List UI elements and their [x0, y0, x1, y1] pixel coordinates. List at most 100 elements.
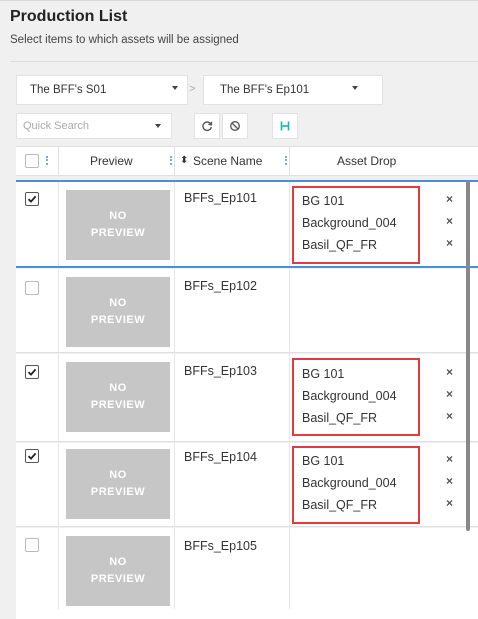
table-continuation — [16, 609, 478, 619]
remove-asset-button[interactable]: × — [446, 192, 453, 206]
preview-thumbnail: NO PREVIEW — [66, 362, 170, 432]
select-all-checkbox[interactable] — [25, 154, 39, 168]
preview-placeholder-text: PREVIEW — [90, 314, 146, 326]
column-header-scene-name[interactable]: Scene Name — [193, 147, 262, 175]
row-checkbox[interactable] — [25, 192, 39, 206]
column-divider — [174, 182, 175, 266]
preview-placeholder-text: NO — [109, 556, 127, 568]
season-dropdown[interactable]: The BFF's S01 — [16, 75, 188, 105]
table-row[interactable]: NO PREVIEW BFFs_Ep103 BG 101 Background_… — [16, 354, 478, 442]
column-divider — [174, 443, 175, 526]
page-subtitle: Select items to which assets will be ass… — [10, 34, 239, 46]
quick-search-placeholder: Quick Search — [23, 120, 90, 132]
column-divider — [174, 528, 175, 609]
vertical-scrollbar[interactable] — [466, 181, 470, 531]
row-checkbox[interactable] — [25, 365, 39, 379]
column-divider — [289, 269, 290, 352]
preview-placeholder-text: NO — [109, 210, 127, 222]
column-divider — [58, 147, 59, 175]
preview-placeholder-text: NO — [109, 382, 127, 394]
column-divider — [174, 269, 175, 352]
row-checkbox[interactable] — [25, 449, 39, 463]
remove-asset-button[interactable]: × — [446, 387, 453, 401]
chevron-down-icon — [352, 86, 358, 90]
asset-drop-zone[interactable]: BG 101 Background_004 Basil_QF_FR — [292, 358, 420, 436]
table-row[interactable]: NO PREVIEW BFFs_Ep101 BG 101 Background_… — [16, 180, 478, 268]
quick-search-dropdown[interactable]: Quick Search — [16, 113, 172, 139]
table-row[interactable]: NO PREVIEW BFFs_Ep104 BG 101 Background_… — [16, 443, 478, 527]
episode-dropdown[interactable]: The BFF's Ep101 — [203, 75, 383, 105]
asset-item: Basil_QF_FR — [302, 498, 378, 512]
preview-placeholder-text: PREVIEW — [90, 486, 146, 498]
preview-placeholder-text: PREVIEW — [90, 399, 146, 411]
clear-icon — [230, 121, 240, 131]
chevron-down-icon — [172, 86, 178, 90]
remove-asset-button[interactable]: × — [446, 496, 453, 510]
column-resize-handle[interactable] — [46, 156, 48, 165]
remove-asset-button[interactable]: × — [446, 236, 453, 250]
checkmark-icon — [27, 452, 37, 460]
preview-placeholder-text: NO — [109, 469, 127, 481]
episode-dropdown-value: The BFF's Ep101 — [220, 84, 310, 96]
asset-item: BG 101 — [302, 454, 345, 468]
preview-thumbnail: NO PREVIEW — [66, 536, 170, 606]
row-checkbox[interactable] — [25, 538, 39, 552]
column-resize-handle[interactable] — [285, 156, 287, 165]
column-divider — [58, 269, 59, 352]
page-title: Production List — [10, 8, 128, 25]
hierarchy-icon — [280, 121, 290, 131]
asset-item: Background_004 — [302, 216, 397, 230]
checkmark-icon — [27, 368, 37, 376]
asset-drop-zone[interactable]: BG 101 Background_004 Basil_QF_FR — [292, 186, 420, 264]
preview-placeholder-text: NO — [109, 297, 127, 309]
asset-item: Basil_QF_FR — [302, 238, 378, 252]
scene-name: BFFs_Ep103 — [184, 364, 257, 378]
asset-item: Background_004 — [302, 476, 397, 490]
chevron-down-icon — [155, 124, 161, 128]
remove-asset-button[interactable]: × — [446, 214, 453, 228]
preview-thumbnail: NO PREVIEW — [66, 449, 170, 519]
asset-drop-zone[interactable]: BG 101 Background_004 Basil_QF_FR — [292, 446, 420, 524]
column-divider — [58, 528, 59, 609]
column-divider — [289, 182, 290, 266]
column-divider — [289, 354, 290, 441]
row-checkbox[interactable] — [25, 281, 39, 295]
refresh-icon — [202, 121, 213, 132]
preview-placeholder-text: PREVIEW — [90, 573, 146, 585]
sort-icon[interactable]: ⬍ — [180, 147, 188, 175]
hierarchy-button[interactable] — [272, 113, 298, 139]
remove-asset-button[interactable]: × — [446, 452, 453, 466]
column-divider — [58, 443, 59, 526]
scene-name: BFFs_Ep101 — [184, 191, 257, 205]
column-divider — [174, 354, 175, 441]
column-divider — [289, 528, 290, 609]
clear-button[interactable] — [222, 113, 248, 139]
remove-asset-button[interactable]: × — [446, 365, 453, 379]
asset-item: BG 101 — [302, 194, 345, 208]
asset-item: BG 101 — [302, 367, 345, 381]
column-divider — [289, 443, 290, 526]
season-dropdown-value: The BFF's S01 — [30, 84, 107, 96]
column-divider — [289, 147, 290, 175]
column-resize-handle[interactable] — [170, 156, 172, 165]
column-header-asset-drop[interactable]: Asset Drop — [337, 147, 396, 175]
preview-thumbnail: NO PREVIEW — [66, 277, 170, 347]
column-divider — [174, 147, 175, 175]
breadcrumb-separator: > — [189, 83, 196, 95]
remove-asset-button[interactable]: × — [446, 474, 453, 488]
asset-item: Background_004 — [302, 389, 397, 403]
asset-drop-zone[interactable] — [292, 532, 478, 604]
table-row[interactable]: NO PREVIEW BFFs_Ep105 — [16, 528, 478, 609]
production-list-panel: Production List Select items to which as… — [0, 0, 478, 619]
asset-item: Basil_QF_FR — [302, 411, 378, 425]
table-row[interactable]: NO PREVIEW BFFs_Ep102 — [16, 269, 478, 353]
refresh-button[interactable] — [194, 113, 220, 139]
column-divider — [58, 182, 59, 266]
asset-drop-zone[interactable] — [292, 273, 478, 349]
preview-thumbnail: NO PREVIEW — [66, 190, 170, 260]
remove-asset-button[interactable]: × — [446, 409, 453, 423]
scene-name: BFFs_Ep104 — [184, 450, 257, 464]
scene-name: BFFs_Ep105 — [184, 539, 257, 553]
column-header-preview[interactable]: Preview — [90, 147, 133, 175]
table-header: Preview ⬍ Scene Name Asset Drop — [16, 146, 478, 176]
